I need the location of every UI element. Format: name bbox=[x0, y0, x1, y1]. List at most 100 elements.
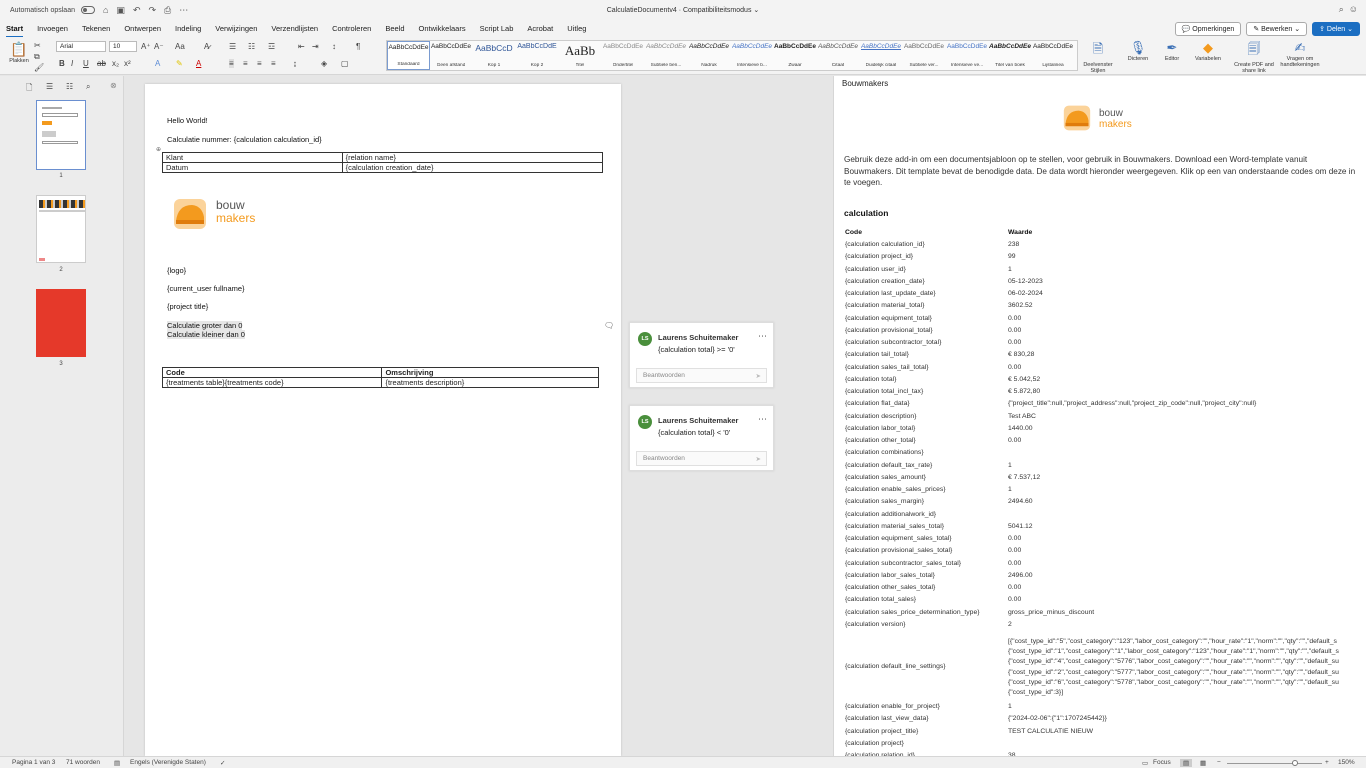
bold-icon[interactable]: B bbox=[59, 59, 65, 68]
comment-card[interactable]: LS Laurens Schuitemaker {calculation total… bbox=[629, 405, 774, 471]
code-item[interactable]: {calculation sales_tail_total} bbox=[845, 364, 929, 371]
numbering-icon[interactable]: ☷ bbox=[248, 42, 255, 51]
treatments-table[interactable]: Code Omschrijving {treatments table}{treat… bbox=[161, 367, 599, 388]
style-subtiele-ver[interactable]: AaBbCcDdEe Subtiele ver... bbox=[903, 41, 946, 70]
code-item[interactable]: {calculation enable_sales_prices} bbox=[845, 486, 946, 493]
code-item[interactable]: {calculation total} bbox=[845, 376, 896, 383]
undo-icon[interactable]: ↶ bbox=[133, 5, 141, 16]
tab-tekenen[interactable]: Tekenen bbox=[82, 22, 110, 35]
code-item[interactable]: {calculation version} bbox=[845, 621, 905, 628]
code-item[interactable]: {calculation tail_total} bbox=[845, 351, 909, 358]
share-button[interactable]: ⇪ Delen ⌄ bbox=[1312, 22, 1360, 36]
tab-verzendlijsten[interactable]: Verzendlijsten bbox=[271, 22, 318, 35]
dictate-button[interactable]: 🎙 Dicteren bbox=[1124, 40, 1152, 62]
comment-marker-icon[interactable]: 🗨 bbox=[604, 321, 614, 330]
close-icon[interactable]: ⊗ bbox=[110, 81, 117, 90]
code-item[interactable]: {calculation provisional_total} bbox=[845, 327, 933, 334]
request-signatures-button[interactable]: ✍ Vragen om handtekeningen bbox=[1278, 40, 1322, 68]
code-item[interactable]: {calculation provisional_sales_total} bbox=[845, 547, 952, 554]
table-cell[interactable]: {treatments table}{treatments code} bbox=[161, 377, 383, 388]
customer-table[interactable]: Klant {relation name} Datum {calculation cr… bbox=[162, 152, 604, 173]
sort-icon[interactable]: ↕ bbox=[332, 42, 336, 51]
more-options-icon[interactable]: ⋯ bbox=[758, 331, 767, 342]
table-cell[interactable]: {treatments description} bbox=[381, 377, 599, 388]
code-item[interactable]: {calculation material_sales_total} bbox=[845, 523, 944, 530]
code-item[interactable]: {calculation other_total} bbox=[845, 437, 916, 444]
style-subtiele-ben[interactable]: AaBbCcDdEe Subtiele ben... bbox=[645, 41, 688, 70]
italic-icon[interactable]: I bbox=[71, 59, 73, 68]
style-duidelijk-citaat[interactable]: AaBbCcDdEe Duidelijk citaat bbox=[860, 41, 903, 70]
code-item[interactable]: {calculation total_sales} bbox=[845, 596, 916, 603]
style-titel[interactable]: AaBb Titel bbox=[559, 41, 602, 70]
comments-button[interactable]: 💬 Opmerkingen bbox=[1174, 22, 1242, 36]
search-icon[interactable]: ⌕ bbox=[1339, 4, 1344, 14]
create-pdf-button[interactable]: 🗐 Create PDF and share link bbox=[1232, 40, 1276, 74]
style-zwaar[interactable]: AaBbCcDdEe Zwaar bbox=[774, 41, 817, 70]
font-color-icon[interactable]: A bbox=[196, 59, 201, 68]
paste-button[interactable]: 📋 Plakken bbox=[8, 41, 30, 64]
tab-uitleg[interactable]: Uitleg bbox=[567, 22, 586, 35]
search-icon[interactable]: ⌕ bbox=[86, 82, 90, 92]
shrink-font-icon[interactable]: A⁻ bbox=[154, 42, 164, 51]
print-icon[interactable]: ⎙ bbox=[164, 5, 171, 16]
style-kop-1[interactable]: AaBbCcD Kop 1 bbox=[473, 41, 516, 70]
grow-font-icon[interactable]: A⁺ bbox=[141, 42, 151, 51]
table-move-handle-icon[interactable]: ⊕ bbox=[156, 146, 161, 153]
tab-controleren[interactable]: Controleren bbox=[332, 22, 371, 35]
table-cell[interactable]: {calculation creation_date} bbox=[341, 162, 604, 173]
tab-script-lab[interactable]: Script Lab bbox=[480, 22, 514, 35]
table-cell[interactable]: Code bbox=[161, 367, 383, 378]
zoom-level[interactable]: 150% bbox=[1338, 759, 1355, 766]
code-item[interactable]: {calculation enable_for_project} bbox=[845, 703, 940, 710]
code-item[interactable]: {calculation sales_margin} bbox=[845, 498, 924, 505]
line-spacing-icon[interactable]: ↨ bbox=[293, 59, 297, 68]
show-formatting-icon[interactable]: ¶ bbox=[356, 42, 360, 51]
code-item[interactable]: {calculation project_id} bbox=[845, 253, 913, 260]
more-options-icon[interactable]: ⋯ bbox=[758, 414, 767, 425]
table-cell[interactable]: Klant bbox=[162, 152, 343, 163]
user-placeholder[interactable]: {current_user fullname} bbox=[167, 284, 245, 293]
decrease-indent-icon[interactable]: ⇤ bbox=[298, 42, 305, 51]
clear-format-icon[interactable]: A̷ bbox=[204, 42, 209, 51]
code-item[interactable]: {calculation last_view_data} bbox=[845, 715, 929, 722]
code-item[interactable]: {calculation material_total} bbox=[845, 302, 924, 309]
font-select[interactable]: Arial bbox=[56, 41, 106, 52]
focus-icon[interactable]: ▭ bbox=[1142, 759, 1148, 767]
page-thumbnail-1[interactable] bbox=[36, 100, 86, 170]
table-cell[interactable]: {relation name} bbox=[341, 152, 604, 163]
change-case-icon[interactable]: Aa bbox=[175, 42, 185, 51]
style-nadruk[interactable]: AaBbCcDdEe Nadruk bbox=[688, 41, 731, 70]
code-item[interactable]: {calculation user_id} bbox=[845, 266, 906, 273]
cut-icon[interactable]: ✂ bbox=[34, 41, 41, 50]
align-center-icon[interactable]: ≡ bbox=[243, 59, 248, 68]
project-placeholder[interactable]: {project title} bbox=[167, 302, 208, 311]
styles-pane-button[interactable]: 🗎 Deelvenster Stijlen bbox=[1080, 40, 1116, 74]
style-lijstalinea[interactable]: AaBbCcDdEe Lijstalinea bbox=[1032, 41, 1075, 70]
print-layout-icon[interactable]: ▤ bbox=[1180, 759, 1193, 767]
editor-button[interactable]: ✒ Editor bbox=[1160, 40, 1184, 62]
save-icon[interactable]: ▣ bbox=[116, 5, 125, 16]
multilevel-list-icon[interactable]: ☲ bbox=[268, 42, 275, 51]
copy-icon[interactable]: ⧉ bbox=[34, 52, 40, 62]
variables-button[interactable]: ◆ Variabelen bbox=[1192, 40, 1224, 62]
page-count[interactable]: Pagina 1 van 3 bbox=[12, 759, 55, 766]
page-thumbnail-2[interactable] bbox=[36, 195, 86, 263]
tab-invoegen[interactable]: Invoegen bbox=[37, 22, 68, 35]
style-standaard[interactable]: AaBbCcDdEe Standaard bbox=[387, 41, 430, 70]
zoom-out-icon[interactable]: − bbox=[1217, 759, 1221, 766]
word-count[interactable]: 71 woorden bbox=[66, 759, 100, 766]
font-size-select[interactable]: 10 bbox=[109, 41, 137, 52]
table-cell[interactable]: Datum bbox=[162, 162, 343, 173]
comment-card[interactable]: LS Laurens Schuitemaker {calculation total… bbox=[629, 322, 774, 388]
tab-verwijzingen[interactable]: Verwijzingen bbox=[215, 22, 257, 35]
text-effects-icon[interactable]: A bbox=[155, 59, 160, 68]
table-cell[interactable]: Omschrijving bbox=[381, 367, 599, 378]
strikethrough-icon[interactable]: ab bbox=[97, 59, 106, 68]
more-icon[interactable]: ⋯ bbox=[179, 5, 188, 16]
align-right-icon[interactable]: ≡ bbox=[257, 59, 262, 68]
tab-ontwikkelaars[interactable]: Ontwikkelaars bbox=[419, 22, 466, 35]
superscript-icon[interactable]: x² bbox=[124, 59, 131, 68]
style-geen-afstand[interactable]: AaBbCcDdEe Geen afstand bbox=[430, 41, 473, 70]
code-item[interactable]: {calculation equipment_total} bbox=[845, 315, 932, 322]
focus-label[interactable]: Focus bbox=[1153, 759, 1171, 766]
